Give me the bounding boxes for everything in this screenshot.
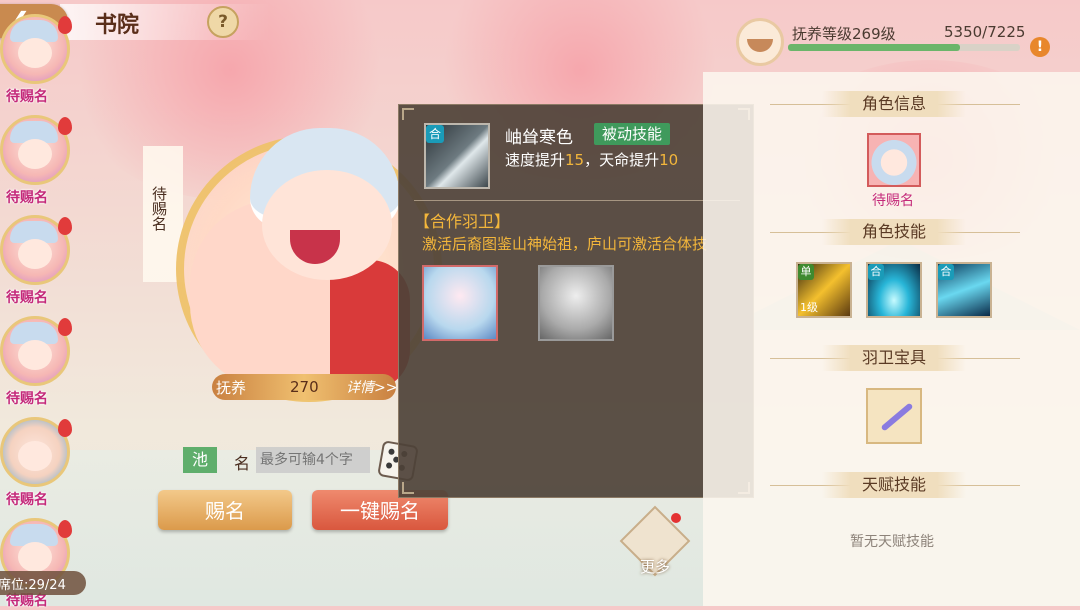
combo-tag: 合	[426, 125, 444, 143]
more-label: 更多	[640, 558, 671, 576]
drop-icon	[58, 117, 72, 135]
exp-progress-bar	[788, 44, 960, 51]
face	[18, 239, 52, 269]
avatar-slot[interactable]: 待赐名	[0, 518, 74, 610]
dice-pip	[385, 462, 393, 469]
popup-skill-desc: 速度提升15，天命提升10	[505, 149, 678, 170]
foster-value: 270	[290, 378, 319, 396]
coop-hero-card-locked[interactable]	[538, 265, 614, 341]
face	[18, 542, 52, 572]
avatar-name: 待赐名	[6, 89, 48, 105]
drop-icon	[58, 16, 72, 34]
face	[18, 441, 52, 471]
drop-icon	[58, 318, 72, 336]
desc-value-fate: 10	[659, 151, 679, 169]
bowl	[747, 39, 773, 52]
popup-skill-icon: 合	[424, 123, 490, 189]
section-treasure: 羽卫宝具	[822, 345, 966, 371]
foster-level-label: 抚养等级269级	[792, 25, 896, 43]
desc-prefix: 速度提升	[505, 151, 566, 169]
seat-counter: 席位:29/24	[0, 578, 66, 593]
avatar-slot[interactable]: 待赐名	[0, 417, 74, 509]
role-name: 待赐名	[872, 193, 914, 209]
avatar-name: 待赐名	[6, 391, 48, 407]
face	[18, 340, 52, 370]
name-input[interactable]	[256, 447, 370, 473]
page-title: 书院	[95, 12, 140, 38]
coop-desc: 激活后裔图鉴山神始祖，庐山可激活合体技	[422, 235, 708, 253]
coop-hero-card[interactable]	[422, 265, 498, 341]
face	[18, 139, 52, 169]
pool-badge[interactable]: 池	[183, 447, 217, 473]
avatar-name: 待赐名	[6, 190, 48, 206]
face	[18, 38, 52, 68]
coop-title: 【合作羽卫】	[414, 212, 511, 231]
section-talent: 天赋技能	[822, 472, 966, 498]
combo-tag: 合	[868, 264, 884, 280]
section-role-skills: 角色技能	[822, 219, 966, 245]
drop-icon	[58, 520, 72, 538]
skill-level: 1级	[800, 301, 818, 314]
section-role-info: 角色信息	[822, 91, 966, 117]
avatar-slot[interactable]: 待赐名	[0, 14, 74, 106]
popup-divider	[414, 200, 740, 201]
bowl-icon	[736, 18, 784, 66]
role-skill-3[interactable]: 合	[936, 262, 992, 318]
avatar-name: 待赐名	[6, 290, 48, 306]
notification-dot	[671, 513, 681, 523]
combo-tag: 合	[938, 264, 954, 280]
warning-icon[interactable]: !	[1030, 37, 1050, 57]
name-button[interactable]: 赐名	[158, 490, 292, 530]
drop-icon	[58, 419, 72, 437]
desc-middle: ，天命提升	[584, 151, 660, 169]
treasure-item[interactable]	[866, 388, 922, 444]
avatar-slot[interactable]: 待赐名	[0, 316, 74, 408]
role-avatar[interactable]	[867, 133, 921, 187]
desc-value-speed: 15	[565, 151, 585, 169]
popup-corner	[402, 482, 414, 494]
drop-icon	[58, 217, 72, 235]
character-face	[262, 170, 392, 280]
popup-skill-name: 岫耸寒色	[505, 128, 573, 148]
no-talent-text: 暂无天赋技能	[850, 534, 934, 550]
question-mark-icon[interactable]: ?	[207, 6, 239, 38]
detail-link[interactable]: 详情>>	[346, 377, 397, 397]
character-vertical-name: 待赐名	[150, 186, 168, 231]
staff-icon	[880, 402, 914, 432]
dice-pip	[388, 448, 395, 456]
foster-exp-value: 5350/7225	[944, 23, 1026, 41]
foster-label: 抚养	[216, 379, 247, 397]
single-tag: 单	[798, 264, 814, 280]
popup-corner	[402, 108, 414, 120]
passive-skill-tag: 被动技能	[594, 123, 671, 145]
avatar-slot[interactable]: 待赐名	[0, 215, 74, 307]
avatar-slot[interactable]: 待赐名	[0, 115, 74, 207]
role-skill-1[interactable]: 单 1级	[796, 262, 852, 318]
role-skill-2[interactable]: 合	[866, 262, 922, 318]
name-label: 名	[234, 454, 251, 473]
avatar-name: 待赐名	[6, 492, 48, 508]
